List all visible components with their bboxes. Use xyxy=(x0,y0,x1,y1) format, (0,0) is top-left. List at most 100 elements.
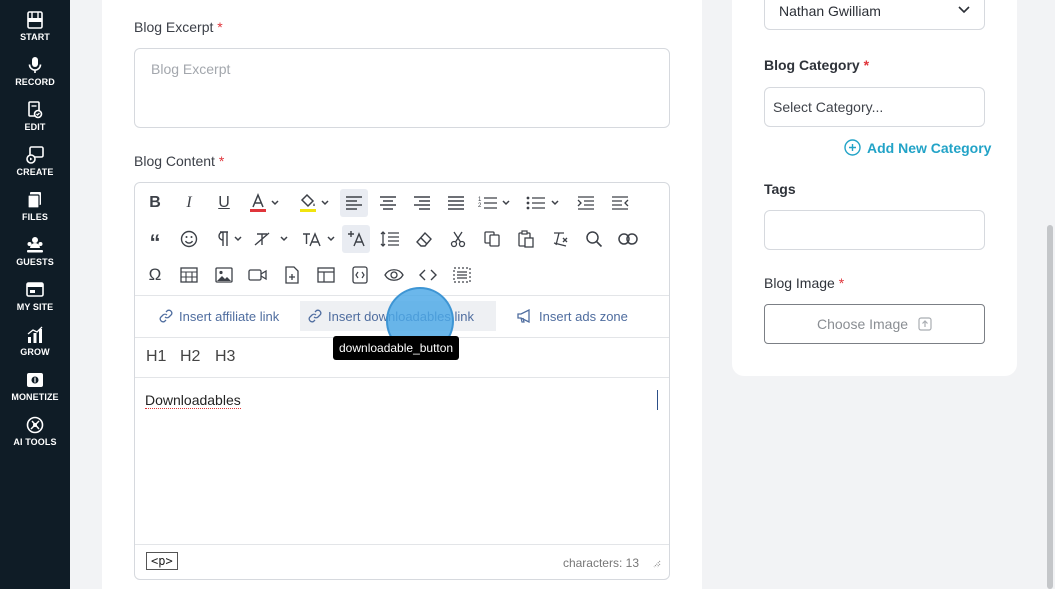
nav-label: MONETIZE xyxy=(11,392,59,402)
nav-label: RECORD xyxy=(15,77,55,87)
highlight-color-button[interactable] xyxy=(293,189,333,217)
code-icon xyxy=(419,269,437,281)
svg-text:2: 2 xyxy=(478,203,482,209)
align-right-button[interactable] xyxy=(408,189,436,217)
find-button[interactable] xyxy=(580,225,608,253)
ai-format-button[interactable] xyxy=(342,225,370,253)
justify-icon xyxy=(448,196,464,210)
heading-1-button[interactable]: H1 xyxy=(146,348,166,366)
embed-code-button[interactable] xyxy=(346,261,374,289)
paragraph-format-button[interactable] xyxy=(210,225,248,253)
font-family-button[interactable] xyxy=(301,225,341,253)
nav-item-my-site[interactable]: MY SITE xyxy=(0,280,70,325)
resize-handle-icon[interactable] xyxy=(653,560,661,568)
nav-item-edit[interactable]: EDIT xyxy=(0,100,70,145)
clipboard-icon xyxy=(518,230,534,248)
insert-image-button[interactable] xyxy=(210,261,238,289)
nav-label: START xyxy=(20,32,50,42)
ai-text-icon xyxy=(348,231,365,247)
money-icon xyxy=(27,373,43,387)
microphone-icon xyxy=(28,57,42,73)
category-select[interactable]: Select Category... xyxy=(764,87,985,127)
bar-chart-icon xyxy=(27,326,43,343)
nav-label: EDIT xyxy=(24,122,46,132)
tags-input[interactable] xyxy=(764,210,985,250)
emoji-button[interactable] xyxy=(175,225,203,253)
add-new-category-button[interactable]: Add New Category xyxy=(844,139,991,156)
select-all-button[interactable] xyxy=(448,261,476,289)
nav-item-monetize[interactable]: MONETIZE xyxy=(0,370,70,415)
insert-video-button[interactable] xyxy=(244,261,272,289)
scissors-icon xyxy=(450,231,466,248)
nav-item-ai-tools[interactable]: AI TOOLS xyxy=(0,415,70,460)
copy-button[interactable] xyxy=(478,225,506,253)
insert-link-button[interactable] xyxy=(614,225,642,253)
author-select[interactable]: Nathan Gwilliam xyxy=(764,0,985,30)
select-all-icon xyxy=(453,267,471,283)
nav-item-files[interactable]: FILES xyxy=(0,190,70,235)
align-right-icon xyxy=(414,196,430,210)
insert-file-button[interactable] xyxy=(278,261,306,289)
character-count: characters: 13 xyxy=(562,556,639,570)
text-color-button[interactable] xyxy=(243,189,283,217)
nav-item-guests[interactable]: GUESTS xyxy=(0,235,70,280)
cut-button[interactable] xyxy=(444,225,472,253)
clear-format-button[interactable] xyxy=(410,225,438,253)
author-value: Nathan Gwilliam xyxy=(779,3,881,19)
template-button[interactable] xyxy=(312,261,340,289)
heading-3-button[interactable]: H3 xyxy=(215,348,235,366)
insert-table-button[interactable] xyxy=(175,261,203,289)
chevron-down-icon xyxy=(958,6,970,14)
nav-item-grow[interactable]: GROW xyxy=(0,325,70,370)
smiley-icon xyxy=(180,230,198,248)
align-left-button[interactable] xyxy=(340,189,368,217)
nav-label: GUESTS xyxy=(16,257,54,267)
files-icon xyxy=(27,192,41,209)
font-family-icon xyxy=(303,232,335,247)
remove-format-button[interactable] xyxy=(546,225,574,253)
italic-button[interactable]: I xyxy=(175,189,203,217)
guests-icon xyxy=(27,237,43,253)
source-code-button[interactable] xyxy=(414,261,442,289)
insert-ads-zone-button[interactable]: Insert ads zone xyxy=(509,301,636,331)
align-center-button[interactable] xyxy=(374,189,402,217)
sidebar: START RECORD EDIT CREATE FILES GUESTS MY… xyxy=(0,0,70,589)
website-icon xyxy=(26,282,44,297)
paragraph-icon xyxy=(218,231,242,246)
edit-document-icon xyxy=(28,101,43,119)
insert-affiliate-link-button[interactable]: Insert affiliate link xyxy=(151,301,287,331)
align-center-icon xyxy=(380,196,396,210)
heading-2-button[interactable]: H2 xyxy=(180,348,200,366)
category-placeholder: Select Category... xyxy=(773,99,884,115)
nav-item-record[interactable]: RECORD xyxy=(0,55,70,100)
excerpt-input[interactable]: Blog Excerpt xyxy=(134,48,670,128)
outdent-button[interactable] xyxy=(606,189,634,217)
element-path-tag[interactable]: <p> xyxy=(146,552,178,570)
film-icon xyxy=(27,11,43,29)
indent-button[interactable] xyxy=(572,189,600,217)
plus-circle-icon xyxy=(844,139,861,156)
numbered-list-button[interactable]: 12 xyxy=(477,189,515,217)
eye-icon xyxy=(384,269,404,281)
bold-button[interactable]: B xyxy=(141,189,169,217)
excerpt-placeholder: Blog Excerpt xyxy=(151,61,231,77)
underline-icon: U xyxy=(218,194,230,211)
underline-button[interactable]: U xyxy=(210,189,238,217)
link-icon xyxy=(308,309,322,323)
category-label: Blog Category * xyxy=(764,57,870,73)
line-height-button[interactable] xyxy=(376,225,404,253)
special-char-button[interactable]: Ω xyxy=(141,261,169,289)
nav-item-create[interactable]: CREATE xyxy=(0,145,70,190)
nav-label: GROW xyxy=(20,347,50,357)
blockquote-button[interactable]: “ xyxy=(141,225,169,254)
page-scrollbar[interactable] xyxy=(1047,225,1053,589)
choose-image-button[interactable]: Choose Image xyxy=(764,304,985,344)
preview-button[interactable] xyxy=(380,261,408,289)
create-media-icon xyxy=(26,146,44,164)
font-size-button[interactable] xyxy=(253,225,293,253)
justify-button[interactable] xyxy=(442,189,470,217)
remove-format-icon xyxy=(553,232,568,247)
nav-item-start[interactable]: START xyxy=(0,10,70,55)
bullet-list-button[interactable] xyxy=(525,189,565,217)
paste-button[interactable] xyxy=(512,225,540,253)
